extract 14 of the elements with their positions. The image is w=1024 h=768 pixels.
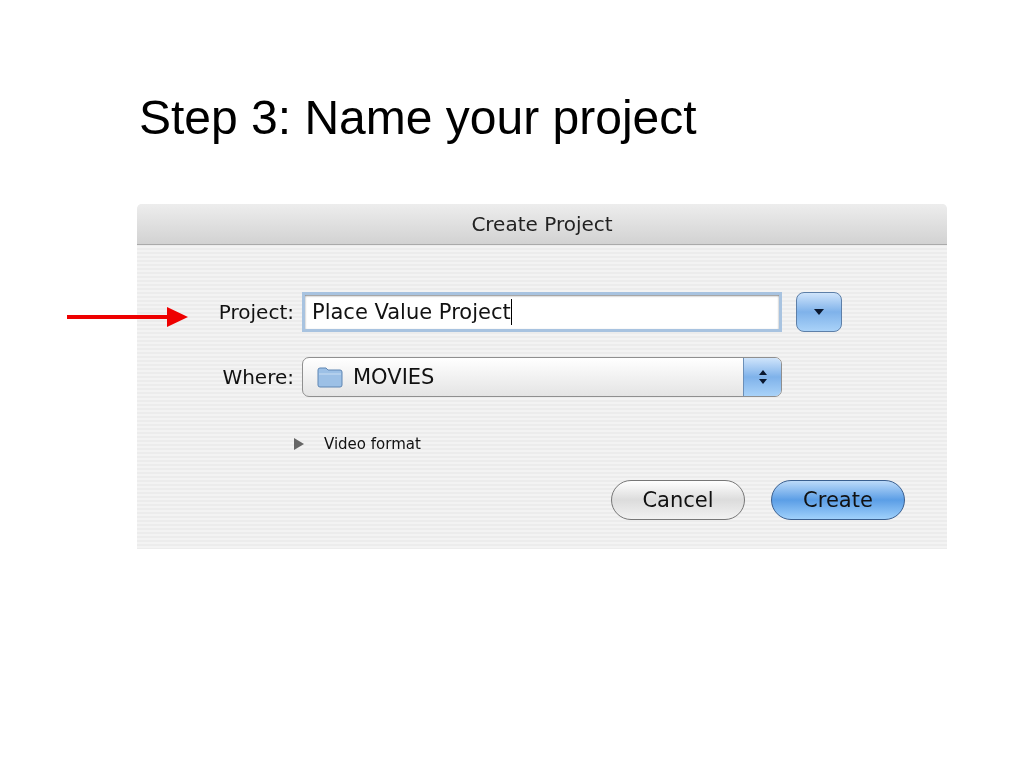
folder-icon (317, 366, 343, 388)
default-button[interactable]: Create (771, 480, 905, 520)
field-label: Project: (217, 300, 294, 324)
window-title: Create Project (471, 212, 613, 236)
disclosure-toggle[interactable]: Video format (292, 435, 421, 453)
slide-title: Step 3: Name your project (139, 90, 698, 146)
expand-button[interactable] (796, 292, 842, 332)
dialog-button[interactable]: Cancel (611, 480, 745, 520)
input-field[interactable]: Place Value Project (302, 292, 782, 332)
triangle-down-icon (813, 308, 825, 316)
stepper-arrows-icon (743, 358, 781, 396)
triangle-right-icon (292, 437, 306, 451)
field-label: Where: (221, 365, 294, 389)
location-dropdown[interactable]: MOVIES (302, 357, 782, 397)
